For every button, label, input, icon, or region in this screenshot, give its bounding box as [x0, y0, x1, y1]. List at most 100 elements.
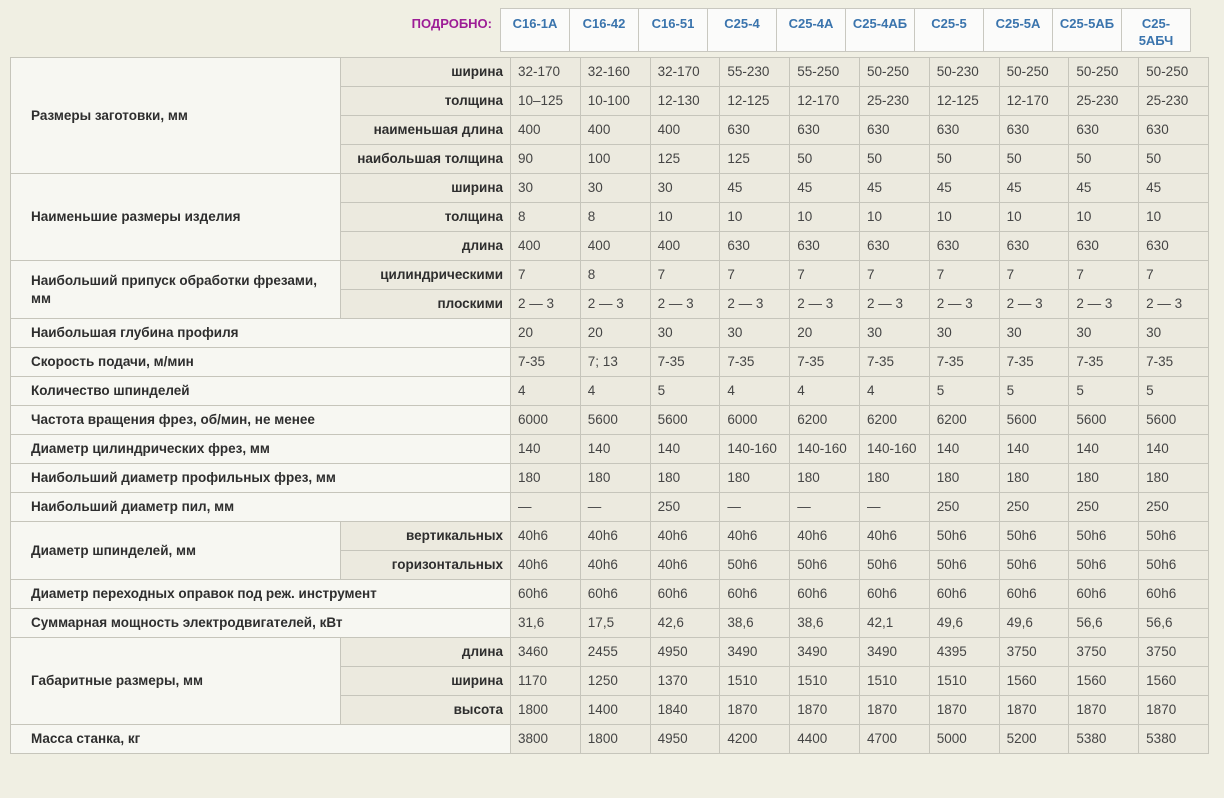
value-cell: 140 — [929, 435, 999, 464]
value-cell: 60h6 — [650, 580, 720, 609]
value-cell: 60h6 — [720, 580, 790, 609]
value-cell: 30 — [650, 319, 720, 348]
value-cell: 7-35 — [511, 348, 581, 377]
value-cell: — — [580, 493, 650, 522]
model-link[interactable]: С25-5АБЧ — [1125, 15, 1187, 49]
model-link[interactable]: С25-5А — [996, 15, 1041, 32]
value-cell: 3750 — [1139, 638, 1209, 667]
value-cell: 250 — [650, 493, 720, 522]
model-header-cell: С16-1А — [500, 8, 570, 52]
value-cell: 38,6 — [720, 609, 790, 638]
value-cell: 1870 — [1139, 696, 1209, 725]
value-cell: 1250 — [580, 667, 650, 696]
value-cell: 400 — [650, 232, 720, 261]
value-cell: 2 — 3 — [999, 290, 1069, 319]
value-cell: 50h6 — [929, 522, 999, 551]
table-row: Скорость подачи, м/мин7-357; 137-357-357… — [11, 348, 1209, 377]
value-cell: 40h6 — [580, 522, 650, 551]
value-cell: 56,6 — [1069, 609, 1139, 638]
value-cell: 45 — [1069, 174, 1139, 203]
value-cell: 630 — [720, 232, 790, 261]
row-sub-label: вертикальных — [341, 522, 511, 551]
value-cell: 7 — [1139, 261, 1209, 290]
value-cell: 400 — [511, 232, 581, 261]
model-link[interactable]: С16-1А — [513, 15, 558, 32]
value-cell: 140 — [650, 435, 720, 464]
value-cell: 50 — [1069, 145, 1139, 174]
value-cell: — — [859, 493, 929, 522]
value-cell: 7-35 — [1069, 348, 1139, 377]
value-cell: 10–125 — [511, 87, 581, 116]
model-header-cell: С25-5АБЧ — [1121, 8, 1191, 52]
row-sub-label: ширина — [341, 58, 511, 87]
value-cell: 5000 — [929, 725, 999, 754]
value-cell: 180 — [1139, 464, 1209, 493]
value-cell: 45 — [859, 174, 929, 203]
row-group-label: Габаритные размеры, мм — [11, 638, 341, 725]
models-header: ПОДРОБНО: С16-1АС16-42С16-51С25-4С25-4АС… — [0, 0, 1224, 52]
value-cell: 630 — [929, 116, 999, 145]
model-header-cell: С25-5 — [914, 8, 984, 52]
value-cell: 30 — [580, 174, 650, 203]
value-cell: 40h6 — [790, 522, 860, 551]
value-cell: 8 — [580, 203, 650, 232]
value-cell: 40h6 — [720, 522, 790, 551]
value-cell: 7-35 — [720, 348, 790, 377]
value-cell: 3800 — [511, 725, 581, 754]
row-sub-label: горизонтальных — [341, 551, 511, 580]
value-cell: 6200 — [859, 406, 929, 435]
value-cell: 1800 — [511, 696, 581, 725]
value-cell: 7-35 — [1139, 348, 1209, 377]
value-cell: 30 — [650, 174, 720, 203]
value-cell: 50 — [1139, 145, 1209, 174]
value-cell: 125 — [720, 145, 790, 174]
value-cell: 6000 — [511, 406, 581, 435]
model-header-cell: С25-4 — [707, 8, 777, 52]
row-group-label: Частота вращения фрез, об/мин, не менее — [11, 406, 511, 435]
value-cell: 20 — [790, 319, 860, 348]
model-link[interactable]: С25-5АБ — [1060, 15, 1114, 32]
value-cell: 30 — [929, 319, 999, 348]
value-cell: 140-160 — [720, 435, 790, 464]
value-cell: 42,6 — [650, 609, 720, 638]
value-cell: 50h6 — [999, 551, 1069, 580]
value-cell: 40h6 — [650, 551, 720, 580]
value-cell: 7; 13 — [580, 348, 650, 377]
value-cell: 10-100 — [580, 87, 650, 116]
value-cell: 7-35 — [790, 348, 860, 377]
value-cell: 180 — [511, 464, 581, 493]
row-group-label: Диаметр переходных оправок под реж. инст… — [11, 580, 511, 609]
value-cell: 30 — [859, 319, 929, 348]
value-cell: 630 — [790, 116, 860, 145]
value-cell: 5380 — [1139, 725, 1209, 754]
value-cell: 1510 — [720, 667, 790, 696]
value-cell: 12-125 — [720, 87, 790, 116]
model-link[interactable]: С16-42 — [583, 15, 626, 32]
value-cell: 630 — [859, 116, 929, 145]
value-cell: 60h6 — [511, 580, 581, 609]
model-link[interactable]: С25-4 — [724, 15, 759, 32]
value-cell: 50h6 — [1139, 522, 1209, 551]
value-cell: 3460 — [511, 638, 581, 667]
value-cell: 50h6 — [999, 522, 1069, 551]
table-row: Частота вращения фрез, об/мин, не менее6… — [11, 406, 1209, 435]
value-cell: 7-35 — [929, 348, 999, 377]
value-cell: 140 — [511, 435, 581, 464]
model-link[interactable]: С25-4А — [789, 15, 834, 32]
model-link[interactable]: С25-5 — [931, 15, 966, 32]
table-row: Суммарная мощность электродвигателей, кВ… — [11, 609, 1209, 638]
model-link[interactable]: С16-51 — [652, 15, 695, 32]
value-cell: 4950 — [650, 638, 720, 667]
value-cell: 55-250 — [790, 58, 860, 87]
model-link[interactable]: С25-4АБ — [853, 15, 907, 32]
value-cell: 100 — [580, 145, 650, 174]
value-cell: 630 — [929, 232, 999, 261]
value-cell: 10 — [1139, 203, 1209, 232]
value-cell: 3750 — [999, 638, 1069, 667]
value-cell: 5600 — [1069, 406, 1139, 435]
value-cell: 1560 — [1069, 667, 1139, 696]
value-cell: 140 — [1139, 435, 1209, 464]
value-cell: 4200 — [720, 725, 790, 754]
value-cell: 250 — [1139, 493, 1209, 522]
value-cell: 1800 — [580, 725, 650, 754]
